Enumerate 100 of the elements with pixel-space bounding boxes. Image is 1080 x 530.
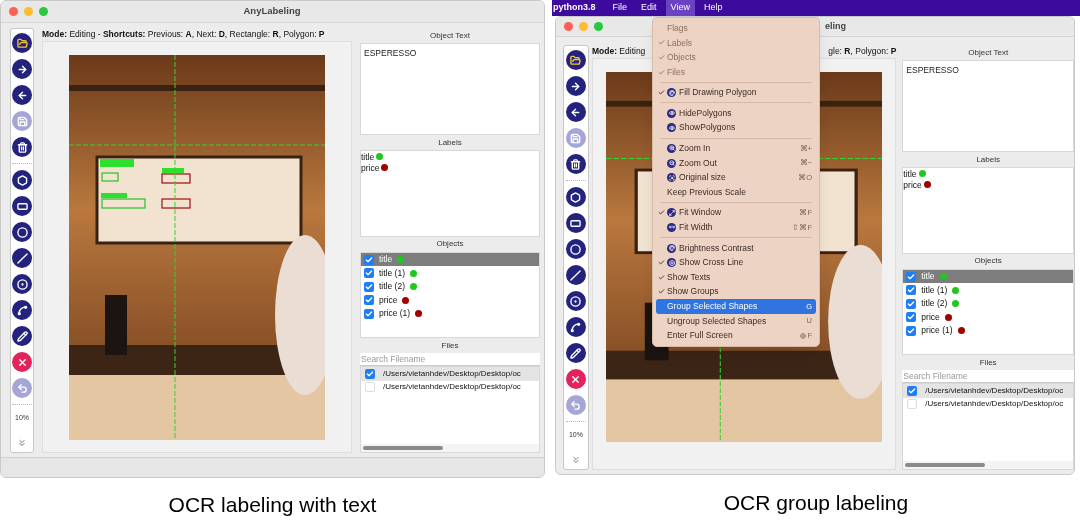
plus-icon (667, 258, 676, 268)
tool-button[interactable] (565, 187, 586, 207)
checkbox[interactable] (907, 385, 918, 396)
menu-item[interactable]: HidePolygons (656, 105, 816, 121)
tool-button[interactable] (12, 274, 32, 294)
checkbox[interactable] (364, 281, 374, 292)
close-window-button[interactable] (564, 22, 573, 31)
menu-item-label: Labels (667, 36, 693, 50)
line-icon (570, 269, 582, 281)
panel-title: Files (441, 339, 459, 352)
undo-icon (16, 382, 28, 394)
label-text[interactable]: title (361, 150, 375, 164)
tool-button[interactable] (565, 102, 586, 122)
menu-item[interactable]: Keep Previous Scale (656, 184, 816, 200)
tool-button[interactable] (12, 33, 32, 53)
file-row[interactable]: /Users/vietanhdev/Desktop/Desktop/oc (361, 367, 539, 381)
checkbox[interactable] (906, 271, 917, 282)
label-text[interactable]: title (903, 167, 917, 181)
file-row[interactable]: /Users/vietanhdev/Desktop/Desktop/oc (903, 384, 1073, 398)
shortcuts-text: gle: R, Polygon: P (828, 45, 897, 58)
object-text-field[interactable]: ESPERESSO (902, 60, 1074, 153)
label-text[interactable]: price (903, 178, 922, 192)
tool-button[interactable] (565, 265, 586, 285)
circle-icon (16, 226, 28, 238)
tool-button[interactable] (565, 154, 586, 174)
search-field[interactable]: Search Filename (360, 353, 540, 367)
checkbox[interactable] (364, 268, 374, 278)
tool-button[interactable] (12, 170, 32, 190)
tool-button[interactable] (12, 326, 32, 346)
file-path: /Users/vietanhdev/Desktop/Desktop/oc (925, 398, 1064, 411)
checkbox[interactable] (364, 254, 374, 265)
arrow-right-icon (16, 63, 28, 75)
hexagon-icon (16, 174, 28, 186)
object-label: price (921, 310, 940, 324)
menu-item-label: Brightness Contrast (679, 241, 754, 255)
checkbox[interactable] (906, 298, 917, 309)
palette-icon (667, 243, 676, 253)
check-icon (658, 209, 665, 217)
tool-button[interactable] (12, 196, 32, 216)
tool-button[interactable] (565, 291, 586, 311)
tool-button[interactable] (12, 300, 32, 320)
hexagon-icon (570, 191, 582, 203)
menu-title[interactable]: File (607, 0, 633, 16)
checkbox[interactable] (364, 295, 374, 305)
chevrons-down-icon[interactable] (17, 437, 27, 448)
checkbox[interactable] (906, 325, 917, 336)
expand-icon (667, 208, 676, 218)
caption: OCR labeling with text (168, 492, 377, 519)
tool-button[interactable] (565, 213, 586, 233)
undo-icon (570, 399, 582, 411)
tool-button[interactable] (565, 239, 586, 259)
object-row[interactable]: title (903, 269, 1073, 284)
curve-icon (570, 321, 582, 333)
checkbox[interactable] (364, 308, 374, 319)
zoom-in-icon (667, 143, 676, 153)
object-text-field[interactable]: ESPERESSO (360, 43, 540, 136)
checkbox[interactable] (365, 368, 375, 379)
pencil-icon (16, 330, 28, 342)
menu-item[interactable]: Show Groups (656, 284, 816, 300)
tool-button[interactable] (12, 137, 32, 157)
menu-item[interactable]: Show Cross Line (656, 255, 816, 270)
tool-button[interactable] (565, 343, 586, 363)
menu-title[interactable]: Edit (636, 0, 662, 16)
file-path: /Users/vietanhdev/Desktop/Desktop/oc (383, 381, 521, 394)
window-title: eling (825, 19, 846, 33)
rectangle-icon (16, 200, 28, 212)
menu-item[interactable]: Show Texts (656, 269, 816, 285)
tool-button[interactable] (12, 59, 32, 79)
app-menu[interactable]: python3.8 (553, 1, 604, 15)
tool-button[interactable] (12, 248, 32, 268)
checkbox[interactable] (906, 285, 917, 295)
menu-item[interactable]: ShowPolygons (656, 120, 816, 136)
menu-item[interactable]: Fill Drawing Polygon (656, 85, 816, 100)
chevrons-down-icon[interactable] (570, 454, 581, 465)
checkbox[interactable] (906, 312, 917, 322)
scrollbar[interactable] (363, 445, 443, 450)
menu-title[interactable]: Help (698, 0, 728, 16)
menu-item[interactable]: Brightness Contrast (656, 240, 816, 256)
tool-button[interactable] (565, 50, 586, 70)
scrollbar[interactable] (905, 462, 986, 467)
search-field[interactable]: Search Filename (902, 370, 1074, 384)
checkbox[interactable] (365, 382, 375, 393)
folder-icon (16, 37, 28, 49)
object-row[interactable]: title (361, 252, 539, 267)
width-arrows-icon (667, 222, 676, 232)
line-icon (16, 252, 28, 264)
tool-button[interactable] (565, 76, 586, 96)
mode-shortcuts-text: Mode: Editing - Shortcuts: Previous: A, Next: D, Rectangle: R, Polygon: P (42, 28, 326, 41)
menu-item-label: Show Groups (667, 285, 719, 299)
tool-button[interactable] (12, 222, 32, 242)
menu-item-label: Objects (667, 51, 696, 64)
tool-button[interactable] (565, 317, 586, 337)
panel-title: Objects (974, 255, 1002, 268)
tool-button[interactable] (12, 85, 32, 105)
checkbox[interactable] (907, 399, 918, 410)
label-text[interactable]: price (361, 161, 380, 175)
menu-title[interactable]: View (665, 0, 695, 16)
menu-item-label: Show Cross Line (679, 256, 744, 269)
close-window-button[interactable] (9, 7, 18, 16)
circle-icon (570, 243, 582, 255)
